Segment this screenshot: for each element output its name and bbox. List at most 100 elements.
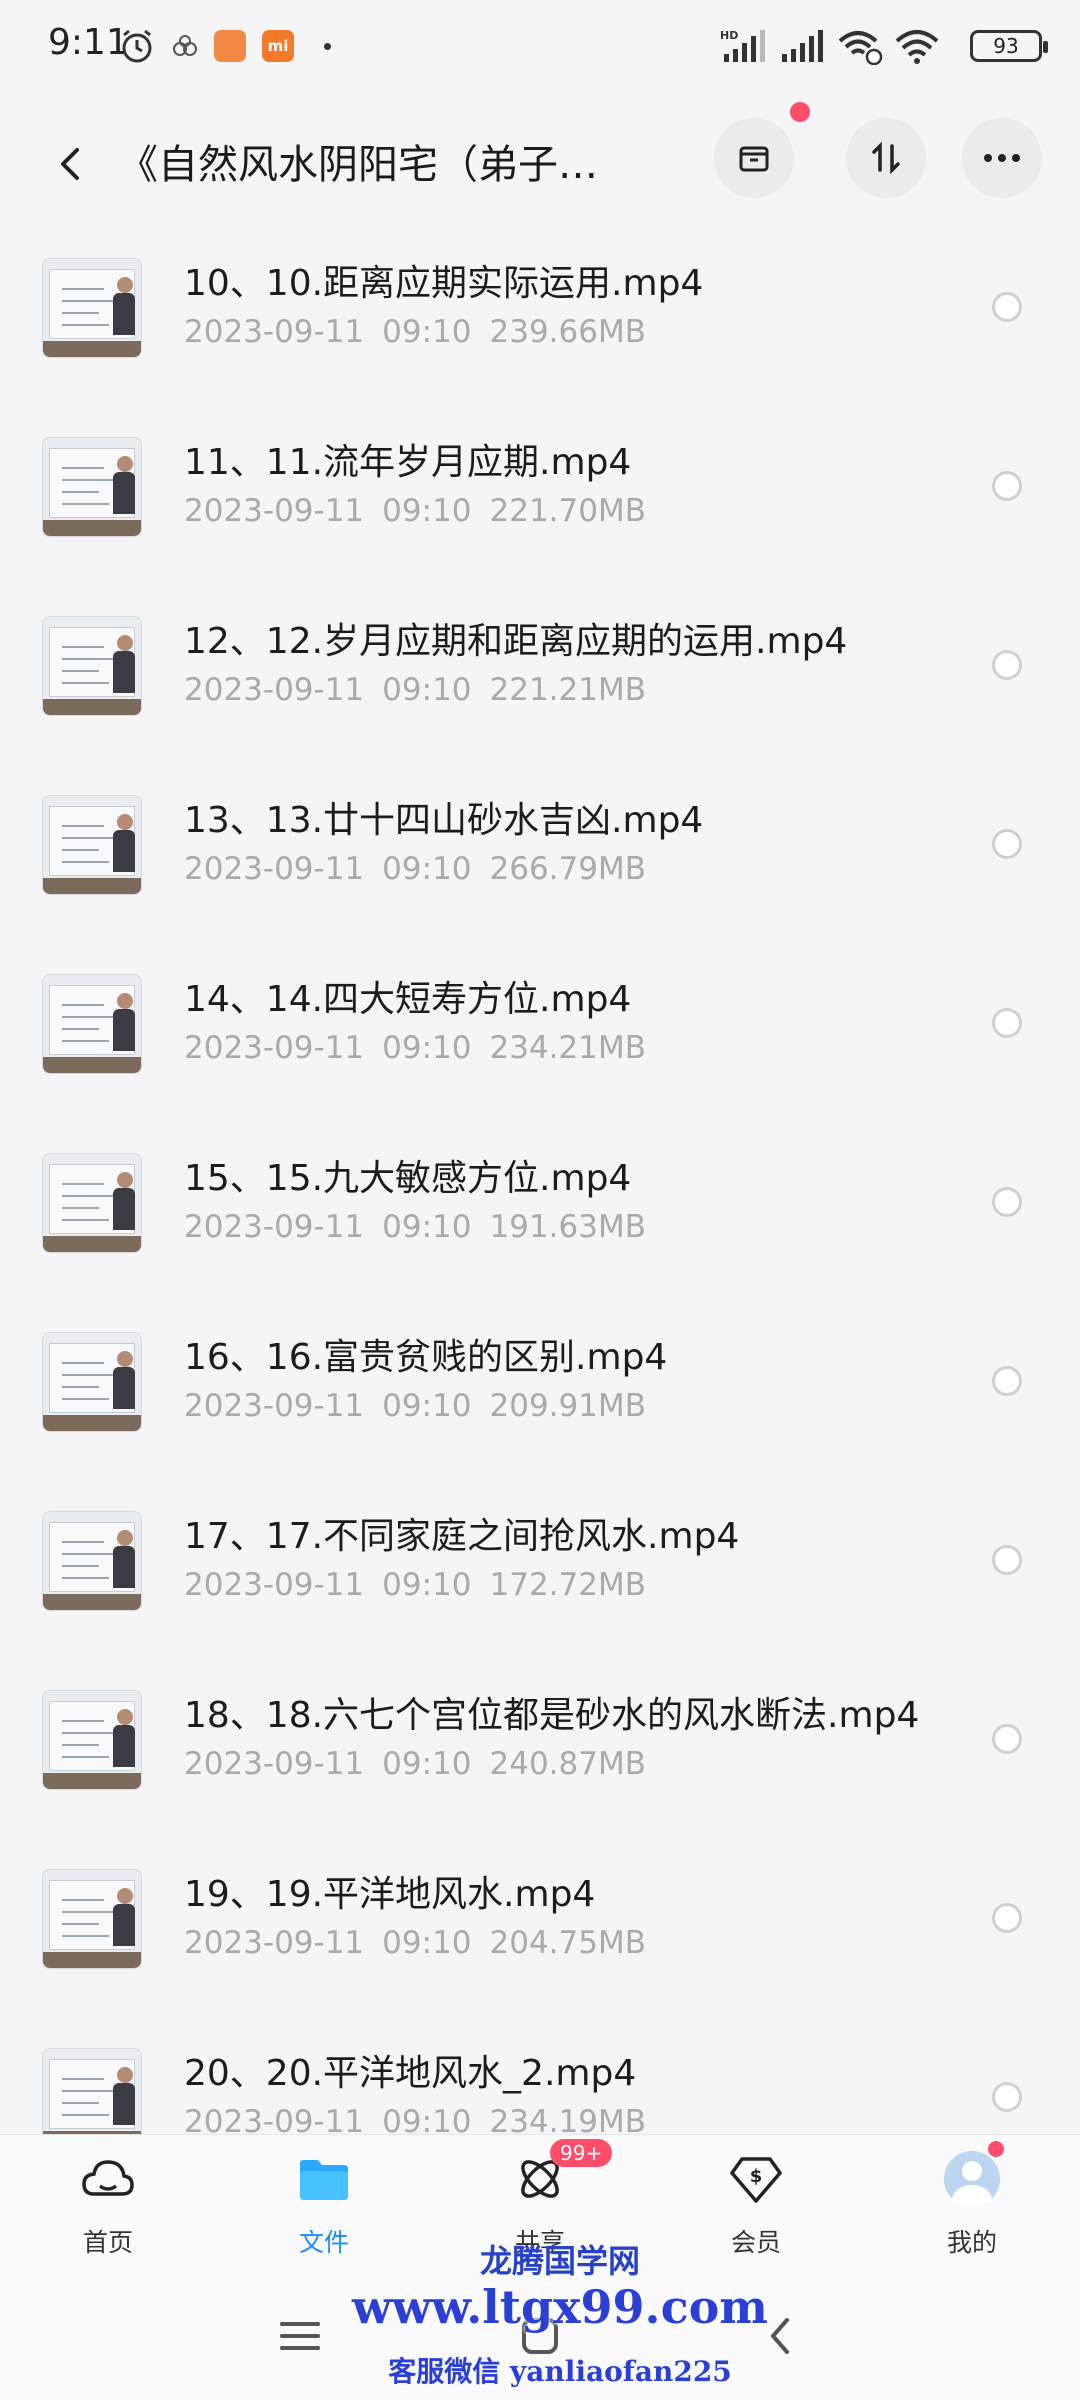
select-checkbox[interactable] [992,2082,1022,2112]
video-thumbnail [42,1153,142,1253]
more-icon [984,154,1020,162]
select-checkbox[interactable] [992,1008,1022,1038]
file-row[interactable]: 17、17.不同家庭之间抢风水.mp4 2023-09-11 09:10 172.7… [0,1475,1080,1654]
profile-dot [988,2141,1004,2157]
file-meta: 2023-09-11 09:10 191.63MB [184,1209,664,1245]
file-row[interactable]: 10、10.距离应期实际运用.mp4 2023-09-11 09:10 239.66… [0,222,1080,401]
select-checkbox[interactable] [992,471,1022,501]
file-size: 221.70MB [489,493,646,529]
archive-button[interactable] [714,118,794,198]
file-name: 15、15.九大敏感方位.mp4 [184,1158,632,1199]
file-date: 2023-09-11 [184,2104,365,2134]
file-meta: 2023-09-11 09:10 204.75MB [184,1925,664,1961]
file-meta: 2023-09-11 09:10 209.91MB [184,1388,664,1424]
share-atom-icon: 99+ [510,2139,613,2209]
select-checkbox[interactable] [992,650,1022,680]
select-checkbox[interactable] [992,292,1022,322]
sort-button[interactable] [846,118,926,198]
file-row[interactable]: 18、18.六七个宫位都是砂水的风水断法.mp4 2023-09-11 09:10… [0,1654,1080,1833]
file-meta: 2023-09-11 09:10 266.79MB [184,851,664,887]
svg-text:HD: HD [720,29,738,42]
file-date: 2023-09-11 [184,1209,365,1245]
file-row[interactable]: 14、14.四大短寿方位.mp4 2023-09-11 09:10 234.21MB [0,938,1080,1117]
file-time: 09:10 [382,672,472,708]
archive-icon [739,146,769,172]
file-size: 266.79MB [489,851,646,887]
file-name: 17、17.不同家庭之间抢风水.mp4 [184,1516,740,1557]
file-meta: 2023-09-11 09:10 234.19MB [184,2104,664,2134]
alarm-icon [118,26,156,66]
folder-icon [294,2149,354,2209]
video-thumbnail [42,258,142,358]
file-date: 2023-09-11 [184,672,365,708]
video-thumbnail [42,2048,142,2134]
video-thumbnail [42,974,142,1074]
file-row[interactable]: 19、19.平洋地风水.mp4 2023-09-11 09:10 204.75MB [0,1833,1080,2012]
file-row[interactable]: 16、16.富贵贫贱的区别.mp4 2023-09-11 09:10 209.91M… [0,1296,1080,1475]
file-size: 204.75MB [489,1925,646,1961]
file-name: 18、18.六七个宫位都是砂水的风水断法.mp4 [184,1695,920,1736]
watermark-contact: 客服微信 yanliaofan225 [388,2355,732,2388]
file-date: 2023-09-11 [184,1567,365,1603]
file-name: 12、12.岁月应期和距离应期的运用.mp4 [184,621,848,662]
select-checkbox[interactable] [992,829,1022,859]
select-checkbox[interactable] [992,1903,1022,1933]
select-checkbox[interactable] [992,1187,1022,1217]
file-time: 09:10 [382,851,472,887]
file-row[interactable]: 13、13.廿十四山砂水吉凶.mp4 2023-09-11 09:10 266.79… [0,759,1080,938]
header: 《自然风水阴阳宅（弟子… [0,102,1080,214]
file-row[interactable]: 11、11.流年岁月应期.mp4 2023-09-11 09:10 221.70MB [0,401,1080,580]
file-time: 09:10 [382,493,472,529]
dot-icon [324,26,331,66]
file-time: 09:10 [382,2104,472,2134]
file-time: 09:10 [382,1925,472,1961]
file-row[interactable]: 12、12.岁月应期和距离应期的运用.mp4 2023-09-11 09:10 22… [0,580,1080,759]
file-row[interactable]: 15、15.九大敏感方位.mp4 2023-09-11 09:10 191.63MB [0,1117,1080,1296]
more-button[interactable] [962,118,1042,198]
file-time: 09:10 [382,1567,472,1603]
sort-icon [872,141,900,175]
weibo-icon [170,26,200,66]
hd-signal-icon: HD [720,26,768,66]
file-size: 172.72MB [489,1567,646,1603]
file-row[interactable]: 20、20.平洋地风水_2.mp4 2023-09-11 09:10 234.19M… [0,2012,1080,2134]
file-date: 2023-09-11 [184,1925,365,1961]
video-thumbnail [42,1332,142,1432]
file-name: 20、20.平洋地风水_2.mp4 [184,2053,637,2094]
file-name: 13、13.廿十四山砂水吉凶.mp4 [184,800,704,841]
select-checkbox[interactable] [992,1724,1022,1754]
page-title: 《自然风水阴阳宅（弟子… [118,142,598,188]
status-bar: 9:11 mi HD 93 [0,0,1080,96]
file-meta: 2023-09-11 09:10 221.70MB [184,493,664,529]
select-checkbox[interactable] [992,1366,1022,1396]
file-name: 16、16.富贵贫贱的区别.mp4 [184,1337,668,1378]
file-name: 14、14.四大短寿方位.mp4 [184,979,632,1020]
file-date: 2023-09-11 [184,1030,365,1066]
file-date: 2023-09-11 [184,1746,365,1782]
wifi-call-icon [836,26,886,66]
mi-store-icon: mi [262,26,294,66]
select-checkbox[interactable] [992,1545,1022,1575]
orange-app-icon [214,26,246,66]
video-thumbnail [42,1511,142,1611]
file-time: 09:10 [382,314,472,350]
file-size: 191.63MB [489,1209,646,1245]
back-icon [61,148,79,180]
file-name: 19、19.平洋地风水.mp4 [184,1874,596,1915]
file-time: 09:10 [382,1030,472,1066]
video-thumbnail [42,437,142,537]
video-thumbnail [42,795,142,895]
cloud-home-icon [78,2149,138,2209]
wifi-icon [894,26,940,66]
file-name: 11、11.流年岁月应期.mp4 [184,442,632,483]
vip-diamond-icon: $ [726,2149,786,2209]
share-badge: 99+ [550,2139,613,2167]
svg-text:$: $ [750,2166,763,2187]
file-meta: 2023-09-11 09:10 172.72MB [184,1567,664,1603]
back-button[interactable] [40,134,100,194]
file-time: 09:10 [382,1388,472,1424]
video-thumbnail [42,1869,142,1969]
file-date: 2023-09-11 [184,314,365,350]
file-time: 09:10 [382,1746,472,1782]
file-date: 2023-09-11 [184,851,365,887]
